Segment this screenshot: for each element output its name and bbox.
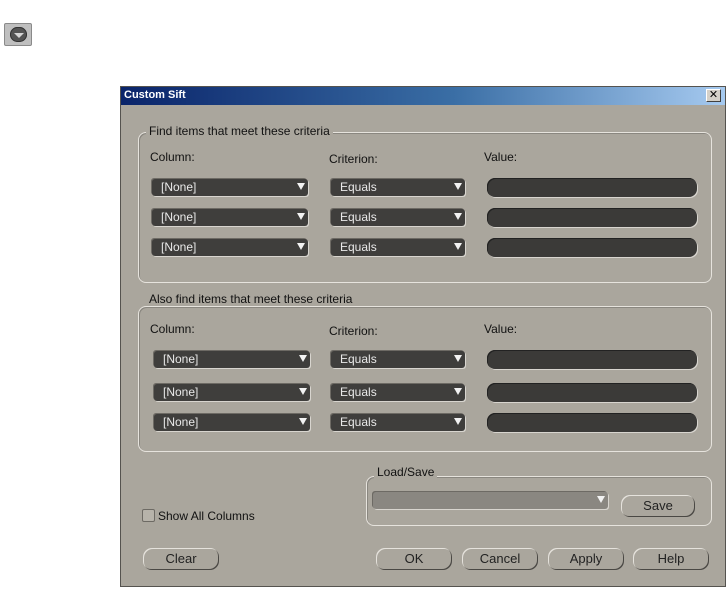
value-field-3[interactable] bbox=[487, 238, 697, 257]
criterion-select-5[interactable]: Equals bbox=[331, 384, 465, 401]
custom-sift-dialog: Custom Sift ✕ Find items that meet these… bbox=[120, 86, 726, 587]
value-field-4[interactable] bbox=[487, 350, 697, 369]
clear-button[interactable]: Clear bbox=[143, 548, 219, 570]
column-select-value: [None] bbox=[163, 352, 199, 366]
criterion-select-value: Equals bbox=[340, 240, 377, 254]
chevron-down-icon bbox=[297, 243, 305, 250]
chevron-down-icon bbox=[299, 418, 307, 425]
criterion-header: Criterion: bbox=[329, 324, 378, 338]
value-field-6[interactable] bbox=[487, 413, 697, 432]
value-header: Value: bbox=[484, 322, 518, 336]
column-select-value: [None] bbox=[161, 240, 197, 254]
column-select-value: [None] bbox=[161, 210, 197, 224]
criterion-select-value: Equals bbox=[340, 385, 377, 399]
criterion-select-1[interactable]: Equals bbox=[331, 179, 465, 196]
cancel-button[interactable]: Cancel bbox=[462, 548, 538, 570]
column-select-6[interactable]: [None] bbox=[154, 414, 310, 431]
chevron-down-icon bbox=[454, 418, 462, 425]
column-header: Column: bbox=[150, 322, 195, 336]
column-select-value: [None] bbox=[161, 180, 197, 194]
chevron-down-icon bbox=[297, 213, 305, 220]
column-select-1[interactable]: [None] bbox=[152, 179, 308, 196]
load-save-legend: Load/Save bbox=[374, 465, 438, 479]
criterion-select-value: Equals bbox=[340, 352, 377, 366]
criterion-header: Criterion: bbox=[329, 152, 378, 166]
show-all-columns-checkbox[interactable] bbox=[142, 509, 155, 522]
criterion-select-value: Equals bbox=[340, 415, 377, 429]
apply-button[interactable]: Apply bbox=[548, 548, 624, 570]
title-bar[interactable]: Custom Sift ✕ bbox=[121, 87, 725, 105]
load-save-select[interactable] bbox=[373, 492, 608, 509]
value-field-1[interactable] bbox=[487, 178, 697, 197]
chevron-down-icon bbox=[297, 183, 305, 190]
help-button[interactable]: Help bbox=[633, 548, 709, 570]
criterion-select-value: Equals bbox=[340, 180, 377, 194]
chevron-down-icon bbox=[454, 388, 462, 395]
criterion-select-6[interactable]: Equals bbox=[331, 414, 465, 431]
save-button[interactable]: Save bbox=[621, 495, 695, 517]
column-select-2[interactable]: [None] bbox=[152, 209, 308, 226]
chevron-down-icon bbox=[299, 388, 307, 395]
column-select-4[interactable]: [None] bbox=[154, 351, 310, 368]
column-select-3[interactable]: [None] bbox=[152, 239, 308, 256]
value-header: Value: bbox=[484, 150, 518, 164]
column-select-value: [None] bbox=[163, 385, 199, 399]
chevron-down-icon bbox=[299, 355, 307, 362]
chevron-down-icon bbox=[454, 355, 462, 362]
column-select-5[interactable]: [None] bbox=[154, 384, 310, 401]
close-icon: ✕ bbox=[708, 89, 719, 101]
chevron-down-icon bbox=[454, 213, 462, 220]
criteria-group-2-legend: Also find items that meet these criteria bbox=[146, 292, 356, 306]
criterion-select-value: Equals bbox=[340, 210, 377, 224]
column-select-value: [None] bbox=[163, 415, 199, 429]
chevron-down-icon bbox=[597, 496, 605, 503]
criterion-select-3[interactable]: Equals bbox=[331, 239, 465, 256]
criterion-select-4[interactable]: Equals bbox=[331, 351, 465, 368]
menu-dropdown-button[interactable] bbox=[4, 23, 32, 46]
close-button[interactable]: ✕ bbox=[706, 89, 721, 102]
value-field-5[interactable] bbox=[487, 383, 697, 402]
column-header: Column: bbox=[150, 150, 195, 164]
ok-button[interactable]: OK bbox=[376, 548, 452, 570]
window-title: Custom Sift bbox=[124, 89, 186, 101]
value-field-2[interactable] bbox=[487, 208, 697, 227]
criterion-select-2[interactable]: Equals bbox=[331, 209, 465, 226]
chevron-down-glyph bbox=[14, 33, 24, 38]
chevron-down-icon bbox=[454, 243, 462, 250]
criteria-group-1-legend: Find items that meet these criteria bbox=[146, 124, 333, 138]
chevron-down-icon bbox=[454, 183, 462, 190]
show-all-columns-label: Show All Columns bbox=[158, 509, 255, 523]
